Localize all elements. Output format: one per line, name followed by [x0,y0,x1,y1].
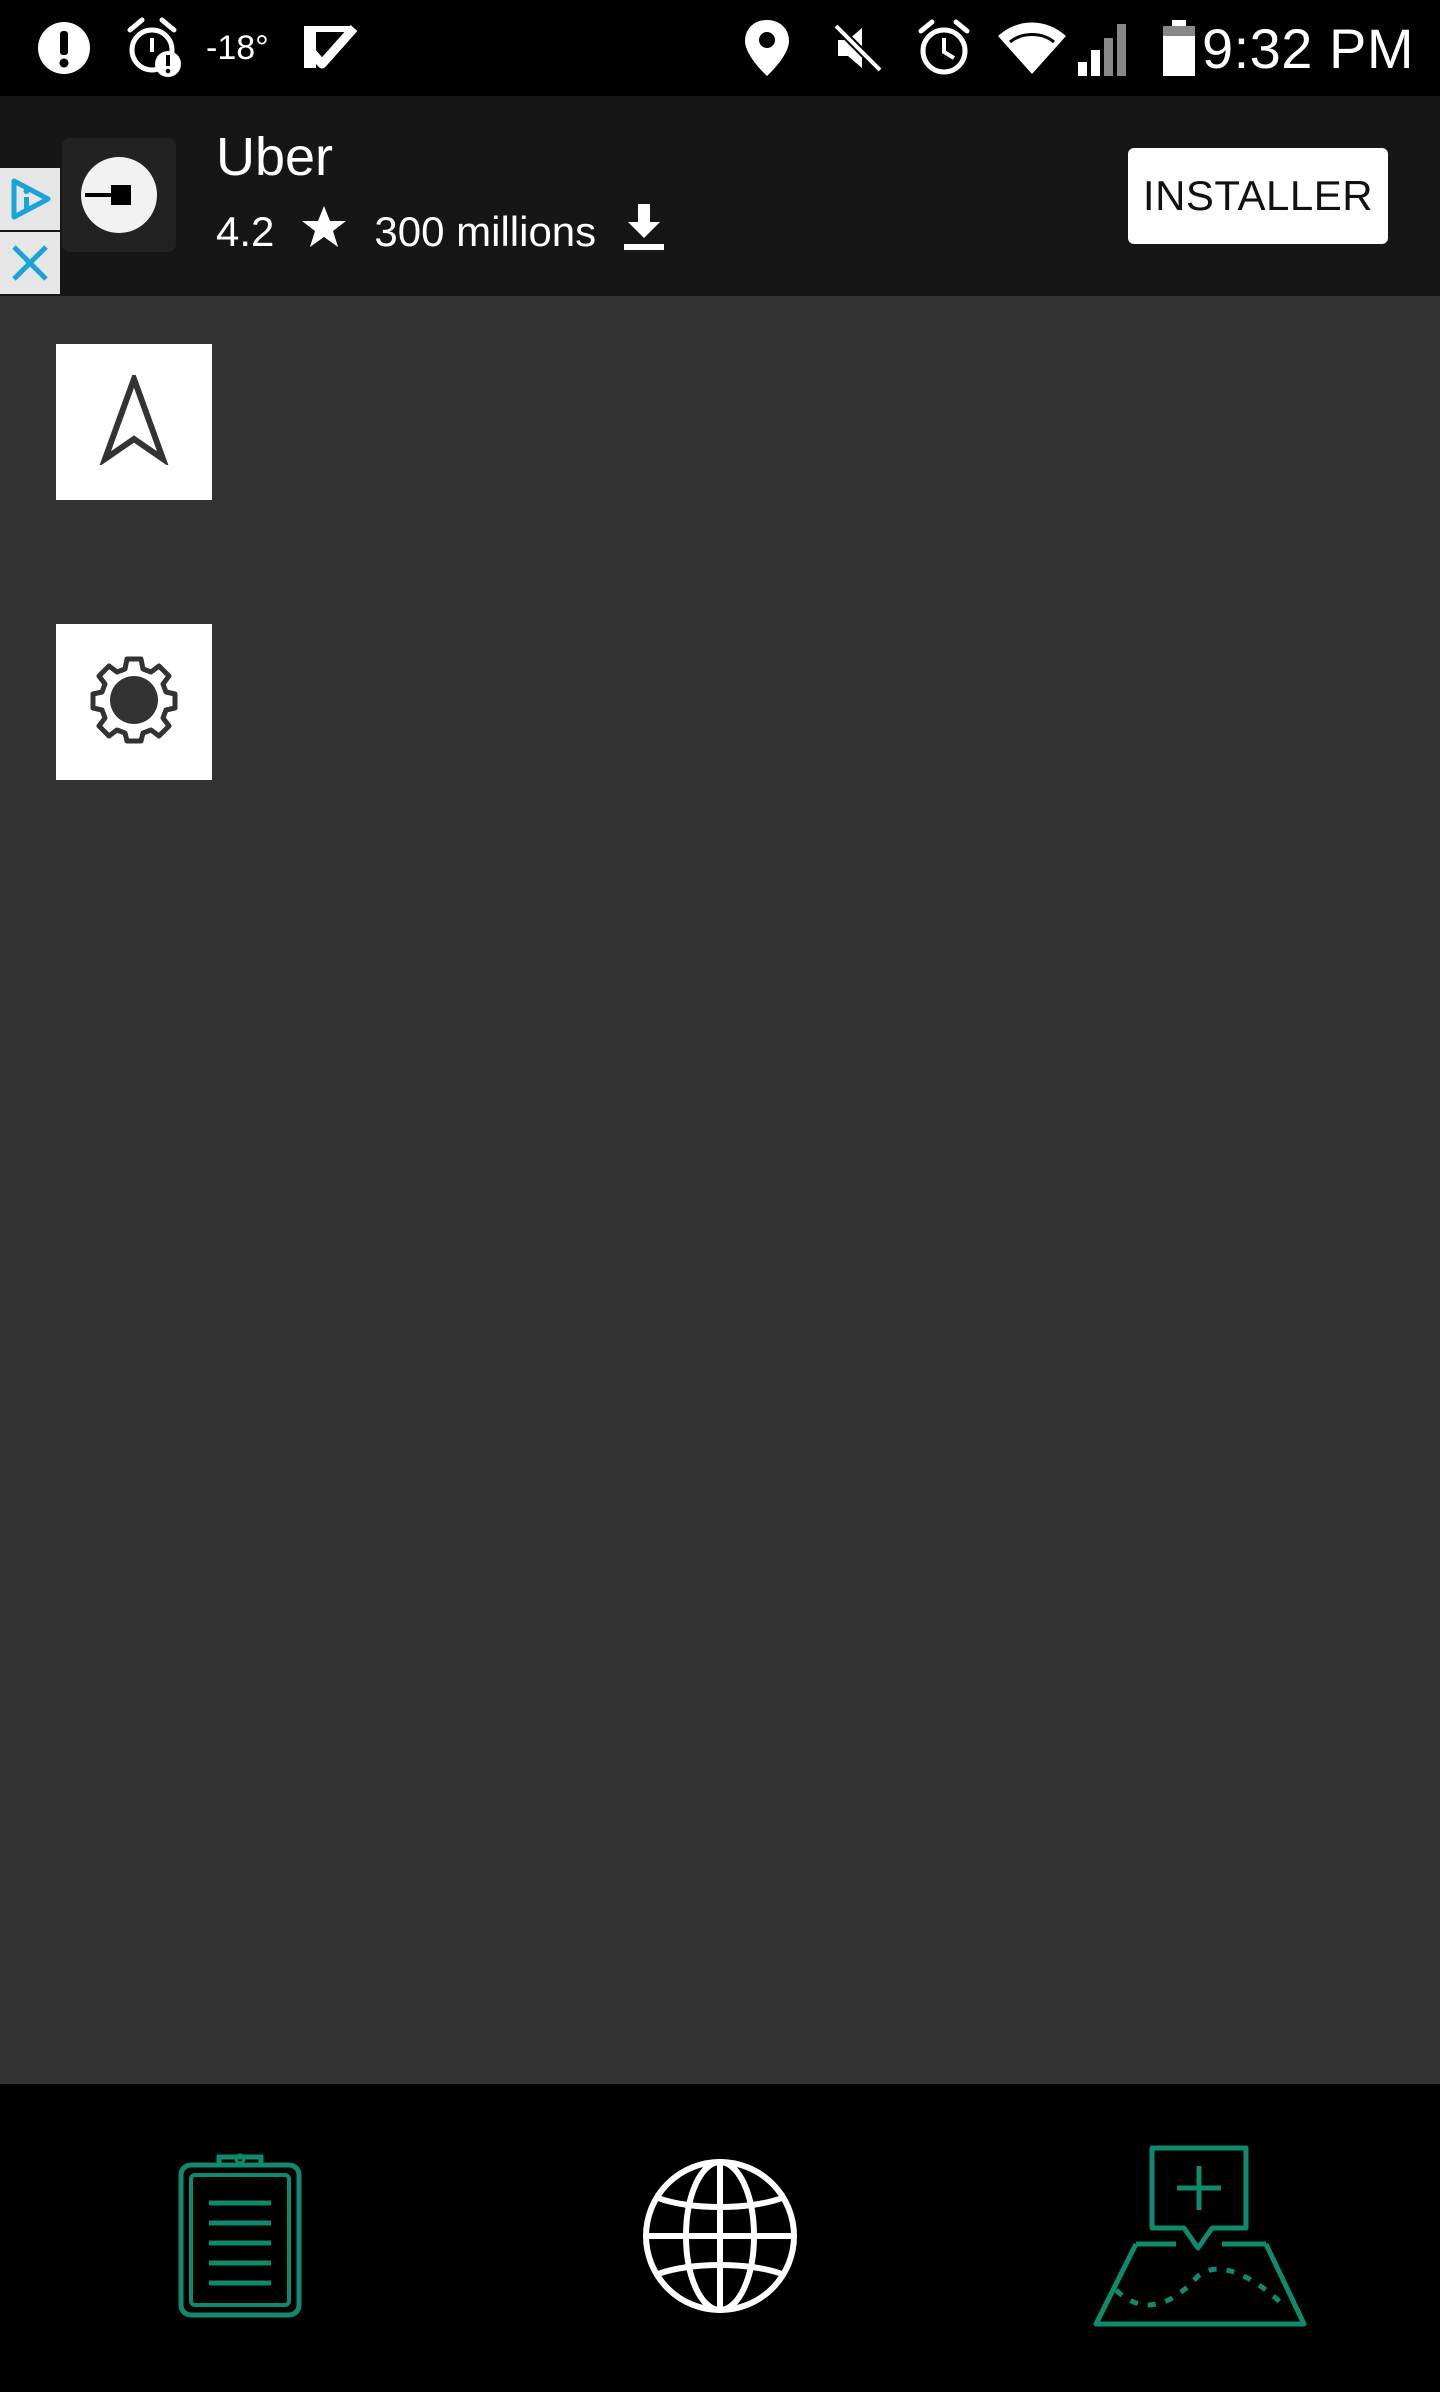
clipboard-icon [175,2151,305,2326]
navigation-arrow-icon [98,369,170,470]
ad-meta: 4.2 300 millions [216,204,666,260]
uber-app-icon[interactable] [62,138,176,252]
nav-globe-button[interactable] [480,2084,960,2392]
nav-list-button[interactable] [0,2084,480,2392]
signal-icon [1076,0,1136,96]
ad-app-name[interactable]: Uber [216,126,333,188]
install-button[interactable]: INSTALLER [1128,148,1388,244]
ad-banner[interactable]: Uber 4.2 300 millions INSTALLER [0,96,1440,296]
ad-downloads: 300 millions [374,208,597,255]
ad-close-icon[interactable] [0,232,60,294]
alarm-alert-icon [122,0,186,96]
compass-button[interactable] [56,344,212,500]
mute-icon [830,0,886,96]
temperature-text: -18° [206,28,269,67]
ad-choices-icon[interactable] [0,168,60,230]
alert-icon [36,0,92,96]
ad-rating: 4.2 [216,208,275,255]
download-icon [622,202,666,262]
map-view[interactable] [0,296,1440,2084]
bottom-navigation [0,2084,1440,2392]
settings-button[interactable] [56,624,212,780]
add-place-map-icon [1092,2144,1308,2333]
location-icon [742,0,792,96]
star-icon [300,203,348,261]
clock-text: 9:32 PM [1201,16,1414,80]
nav-add-place-button[interactable] [960,2084,1440,2392]
status-bar: -18° 9:32 PM [0,0,1440,96]
gear-icon [87,653,181,752]
battery-icon [1160,0,1198,96]
wifi-icon [996,0,1068,96]
task-check-icon [300,0,358,96]
alarm-icon [914,0,974,96]
globe-icon [640,2156,800,2321]
